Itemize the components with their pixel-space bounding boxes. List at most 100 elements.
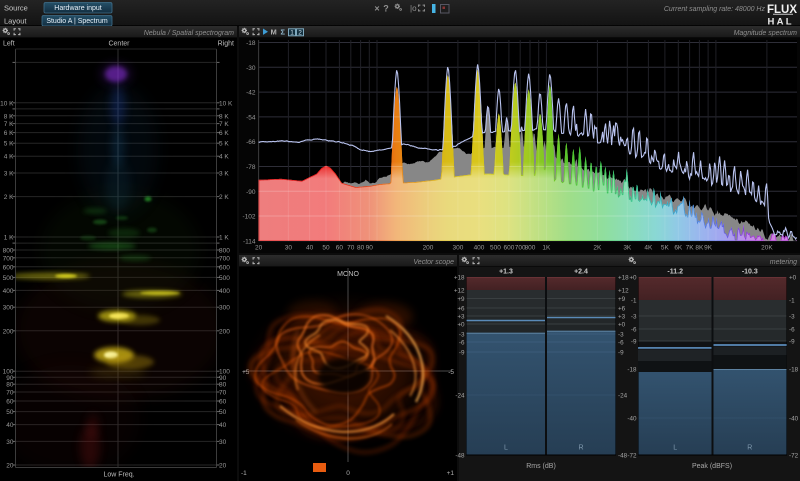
svg-text:9K: 9K [704, 245, 713, 252]
svg-text:500: 500 [3, 275, 14, 282]
svg-text:200: 200 [423, 245, 434, 252]
svg-text:2K: 2K [593, 245, 602, 252]
svg-text:-1: -1 [789, 297, 795, 304]
svg-text:800: 800 [3, 248, 14, 255]
svg-text:1: 1 [290, 30, 294, 37]
svg-text:-30: -30 [246, 65, 256, 72]
svg-text:Magnitude spectrum: Magnitude spectrum [734, 30, 798, 37]
svg-text:+0: +0 [618, 321, 626, 328]
svg-text:5K: 5K [661, 245, 670, 252]
svg-text:-102: -102 [242, 214, 255, 221]
svg-text:70: 70 [6, 390, 14, 397]
svg-text:L: L [504, 445, 508, 452]
svg-text:400: 400 [3, 288, 14, 295]
svg-text:M: M [271, 28, 277, 37]
svg-text:?: ? [383, 4, 389, 14]
svg-text:Vector scope: Vector scope [413, 259, 454, 266]
svg-text:20: 20 [255, 245, 263, 252]
svg-text:metering: metering [770, 259, 797, 266]
svg-text:7 K: 7 K [219, 121, 229, 128]
svg-text:100: 100 [219, 369, 230, 376]
svg-text:400: 400 [474, 245, 485, 252]
svg-text:500: 500 [219, 275, 230, 282]
svg-text:2 K: 2 K [4, 194, 14, 201]
svg-text:+0: +0 [457, 321, 465, 328]
svg-text:-3: -3 [618, 331, 624, 338]
svg-text:200: 200 [3, 328, 14, 335]
svg-text:-9: -9 [789, 338, 795, 345]
svg-text:-24: -24 [455, 392, 465, 399]
svg-text:Σ: Σ [281, 28, 286, 37]
svg-text:Nebula / Spatial spectrogram: Nebula / Spatial spectrogram [144, 30, 234, 37]
svg-text:+1.3: +1.3 [499, 269, 513, 276]
svg-text:600: 600 [503, 245, 514, 252]
svg-text:-6: -6 [631, 326, 637, 333]
svg-text:+2.4: +2.4 [574, 269, 588, 276]
svg-text:-54: -54 [246, 114, 256, 121]
svg-text:50: 50 [6, 409, 14, 416]
svg-text:1 K: 1 K [4, 235, 14, 242]
svg-text:7K: 7K [686, 245, 695, 252]
svg-text:+12: +12 [454, 287, 465, 294]
svg-text:1 K: 1 K [219, 235, 229, 242]
svg-text:-3: -3 [631, 313, 637, 320]
svg-text:3 K: 3 K [219, 171, 229, 178]
svg-text:-3: -3 [789, 313, 795, 320]
svg-text:+1: +1 [447, 470, 455, 477]
svg-text:+12: +12 [618, 287, 629, 294]
svg-text:8 K: 8 K [219, 113, 229, 120]
svg-text:R: R [747, 445, 752, 452]
svg-text:+3: +3 [457, 313, 465, 320]
svg-text:70: 70 [347, 245, 355, 252]
svg-text:70: 70 [219, 390, 227, 397]
svg-text:10 K: 10 K [219, 100, 233, 107]
svg-text:700: 700 [3, 255, 14, 262]
svg-text:2: 2 [298, 30, 302, 37]
svg-text:300: 300 [3, 305, 14, 312]
svg-text:30: 30 [219, 439, 227, 446]
svg-text:+6: +6 [618, 305, 626, 312]
svg-text:-40: -40 [789, 415, 799, 422]
svg-text:6K: 6K [674, 245, 683, 252]
svg-text:+9: +9 [618, 296, 626, 303]
svg-text:90: 90 [219, 375, 227, 382]
svg-text:10 K: 10 K [0, 100, 14, 107]
svg-text:Peak (dBFS): Peak (dBFS) [692, 463, 732, 470]
svg-text:1K: 1K [542, 245, 551, 252]
svg-text:30: 30 [6, 439, 14, 446]
svg-text:×: × [374, 4, 379, 14]
svg-text:8K: 8K [695, 245, 704, 252]
svg-text:+0: +0 [629, 274, 637, 281]
svg-text:-9: -9 [459, 349, 465, 356]
svg-text:-24: -24 [618, 392, 628, 399]
svg-text:Left: Left [3, 41, 15, 48]
svg-text:4K: 4K [644, 245, 653, 252]
svg-text:-72: -72 [789, 452, 799, 459]
svg-text:Low Freq.: Low Freq. [103, 472, 134, 479]
svg-text:600: 600 [3, 264, 14, 271]
svg-text:-72: -72 [627, 452, 637, 459]
svg-text:2 K: 2 K [219, 194, 229, 201]
svg-text:60: 60 [6, 399, 14, 406]
svg-text:90: 90 [366, 245, 374, 252]
svg-text:3K: 3K [623, 245, 632, 252]
svg-text:-9: -9 [631, 338, 637, 345]
svg-text:-18: -18 [627, 366, 637, 373]
svg-text:7 K: 7 K [4, 121, 14, 128]
svg-text:-18: -18 [246, 40, 256, 47]
svg-text:-6: -6 [459, 339, 465, 346]
svg-text:80: 80 [357, 245, 365, 252]
svg-text:600: 600 [219, 264, 230, 271]
svg-text:Studio A | Spectrum: Studio A | Spectrum [46, 18, 108, 25]
svg-text:+3: +3 [618, 313, 626, 320]
svg-text:-66: -66 [246, 139, 256, 146]
svg-text:60: 60 [219, 399, 227, 406]
svg-text:-48: -48 [455, 452, 465, 459]
svg-text:300: 300 [219, 305, 230, 312]
svg-text:Right: Right [218, 41, 234, 48]
svg-text:4 K: 4 K [4, 154, 14, 161]
svg-text:400: 400 [219, 288, 230, 295]
svg-text:20: 20 [6, 463, 14, 470]
svg-text:5 K: 5 K [4, 141, 14, 148]
svg-text:Layout: Layout [4, 17, 27, 26]
